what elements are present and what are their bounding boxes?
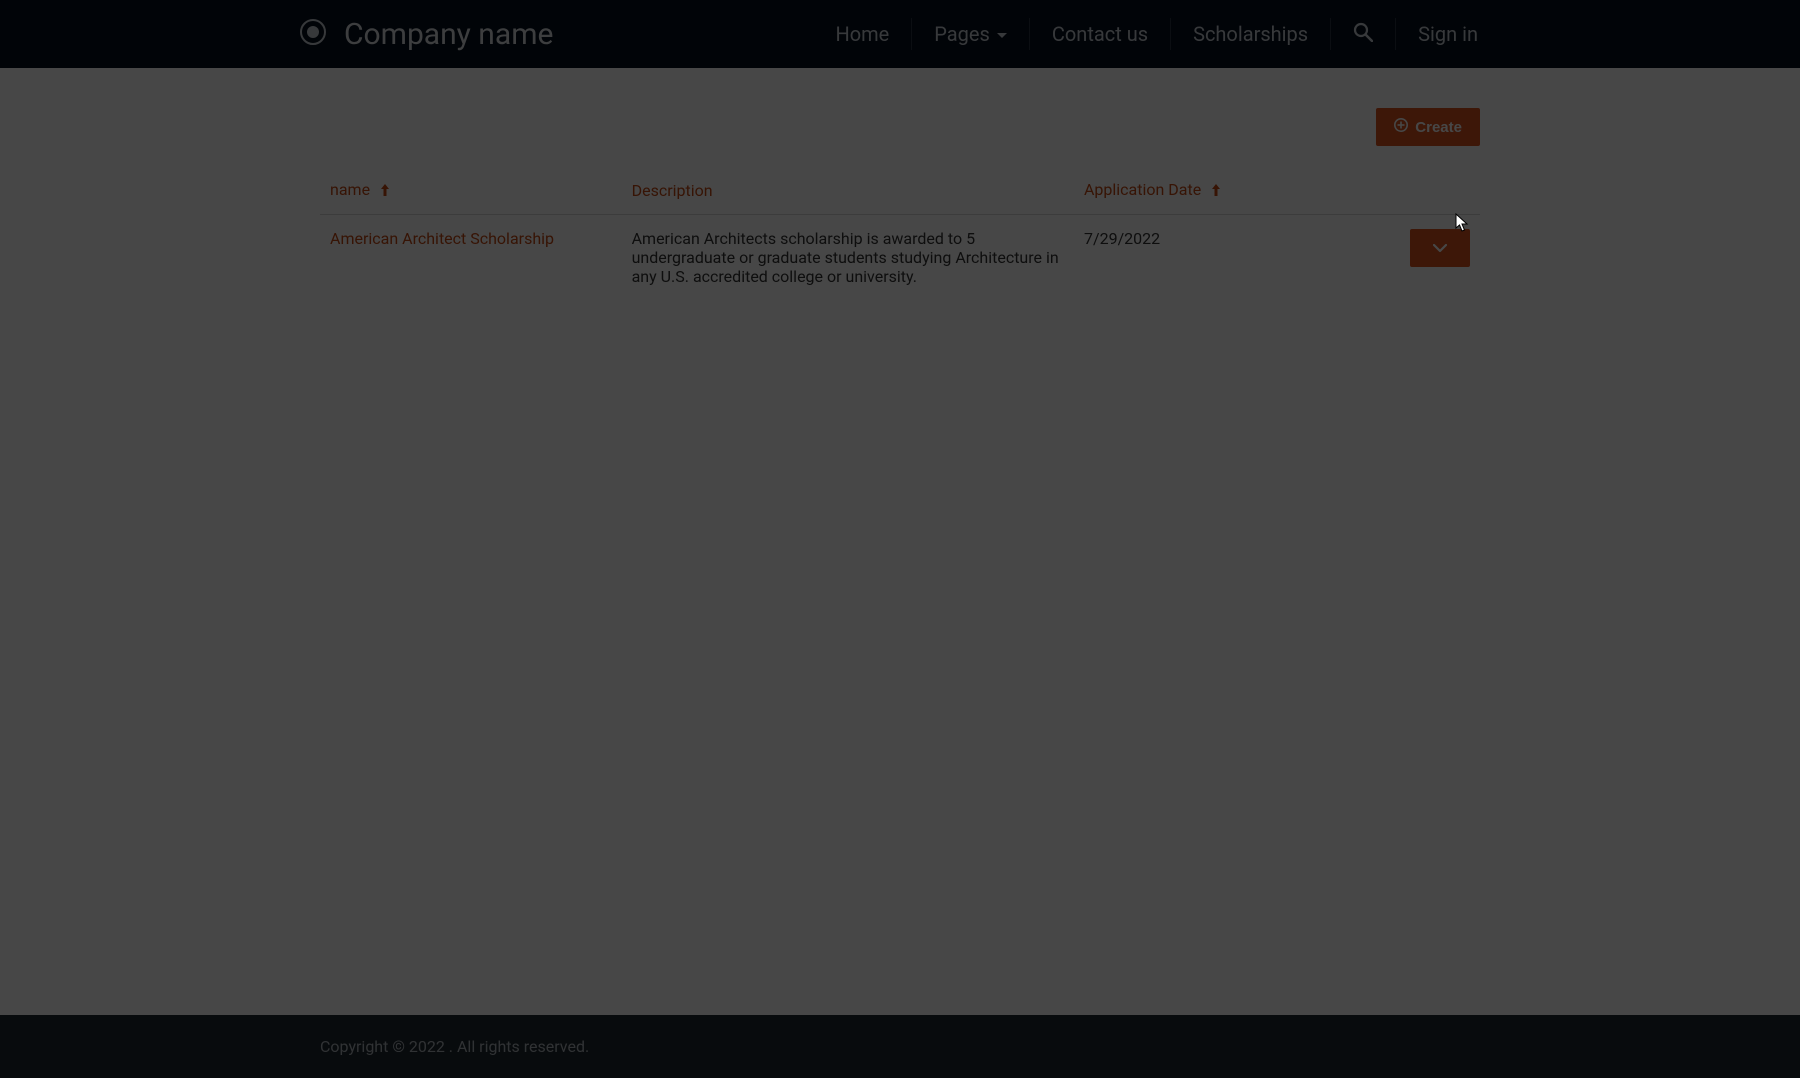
header: Company name Home Pages Contact us Schol… — [0, 0, 1800, 68]
column-header-application-date-label: Application Date — [1084, 180, 1201, 199]
row-date: 7/29/2022 — [1074, 215, 1341, 301]
plus-icon — [1394, 118, 1408, 136]
brand-name: Company name — [344, 17, 553, 52]
nav-pages[interactable]: Pages — [912, 18, 1030, 50]
nav-scholarships-label: Scholarships — [1193, 22, 1308, 46]
nav-scholarships[interactable]: Scholarships — [1171, 18, 1331, 50]
column-header-name-label: name — [330, 180, 370, 199]
nav-search[interactable] — [1331, 18, 1396, 50]
column-header-description[interactable]: Description — [622, 166, 1074, 215]
nav-signin[interactable]: Sign in — [1396, 18, 1500, 50]
nav-contact[interactable]: Contact us — [1030, 18, 1171, 50]
footer: Copyright © 2022 . All rights reserved. — [0, 1015, 1800, 1078]
nav-contact-label: Contact us — [1052, 22, 1148, 46]
nav: Home Pages Contact us Scholarships — [813, 0, 1500, 68]
nav-signin-label: Sign in — [1418, 22, 1478, 46]
nav-home[interactable]: Home — [813, 18, 912, 50]
column-header-name[interactable]: name — [320, 166, 622, 215]
table-row: American Architect Scholarship American … — [320, 215, 1480, 301]
brand-logo-icon — [300, 19, 326, 49]
column-header-description-label: Description — [632, 181, 713, 200]
search-icon — [1353, 22, 1373, 47]
footer-text: Copyright © 2022 . All rights reserved. — [320, 1037, 589, 1056]
scholarships-table: name Description Application Date — [320, 166, 1480, 300]
main-content: Create name Description — [300, 68, 1500, 420]
row-name-link[interactable]: American Architect Scholarship — [330, 229, 554, 248]
create-button[interactable]: Create — [1376, 108, 1480, 146]
sort-asc-icon — [380, 181, 390, 200]
toolbar: Create — [320, 108, 1480, 146]
caret-down-icon — [997, 33, 1007, 38]
row-actions-dropdown-button[interactable] — [1410, 229, 1470, 267]
column-header-actions — [1341, 166, 1480, 215]
nav-pages-label: Pages — [934, 22, 990, 46]
row-description: American Architects scholarship is award… — [622, 215, 1074, 301]
brand[interactable]: Company name — [300, 17, 553, 52]
nav-home-label: Home — [835, 22, 889, 46]
sort-asc-icon — [1211, 181, 1221, 200]
column-header-application-date[interactable]: Application Date — [1074, 166, 1341, 215]
create-button-label: Create — [1415, 119, 1462, 136]
chevron-down-icon — [1433, 241, 1447, 256]
